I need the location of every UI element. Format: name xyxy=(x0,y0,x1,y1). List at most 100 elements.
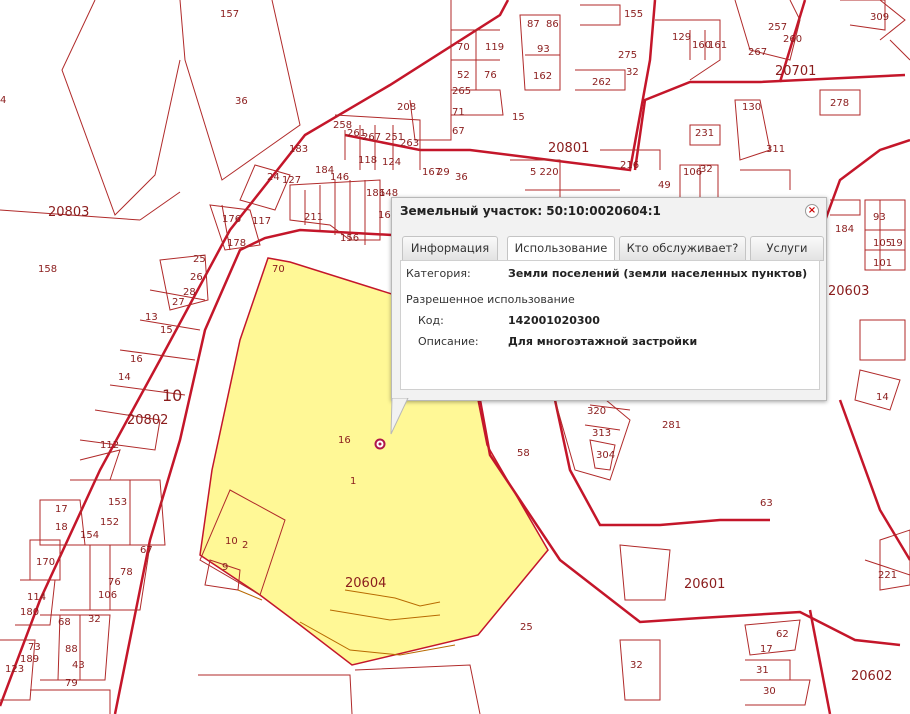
parcel-label: 231 xyxy=(695,128,714,139)
parcel-label: 221 xyxy=(878,570,897,581)
parcel-label: 16 xyxy=(338,435,351,446)
parcel-label: 267 xyxy=(748,47,767,58)
parcel-label: 161 xyxy=(708,40,727,51)
parcel-label: 73 xyxy=(28,642,41,653)
quarter-20803: 20803 xyxy=(48,205,89,220)
description-value: Для многоэтажной застройки xyxy=(508,335,698,348)
parcel-label: 32 xyxy=(626,67,639,78)
parcel-label: 5 220 xyxy=(530,167,559,178)
quarter-20603: 20603 xyxy=(828,284,869,299)
parcel-label: 17 xyxy=(760,644,773,655)
parcel-label: 78 xyxy=(120,567,133,578)
parcel-info-popup: Земельный участок: 50:10:0020604:1 × Инф… xyxy=(391,197,827,401)
tab-services[interactable]: Услуги xyxy=(750,236,824,261)
parcel-label: 32 xyxy=(88,614,101,625)
parcel-label: 49 xyxy=(658,180,671,191)
parcel-label: 183 xyxy=(289,144,308,155)
tab-information[interactable]: Информация xyxy=(402,236,498,261)
tab-usage[interactable]: Использование xyxy=(507,236,615,262)
parcel-label: 43 xyxy=(72,660,85,671)
category-value: Земли поселений (земли населенных пункто… xyxy=(508,267,808,280)
quarter-20604: 20604 xyxy=(345,576,386,591)
parcel-label: 16 xyxy=(130,354,143,365)
close-icon[interactable]: × xyxy=(805,204,819,218)
parcel-label: 313 xyxy=(592,428,611,439)
parcel-label: 32 xyxy=(700,164,713,175)
parcel-label: 15 xyxy=(512,112,525,123)
parcel-label: 36 xyxy=(235,96,248,107)
parcel-label: 52 xyxy=(457,70,470,81)
parcel-label: 260 xyxy=(783,34,802,45)
parcel-label: 124 xyxy=(382,157,401,168)
parcel-label: 162 xyxy=(533,71,552,82)
parcel-label: 58 xyxy=(517,448,530,459)
description-label: Описание: xyxy=(418,335,479,348)
parcel-label: 265 xyxy=(452,86,471,97)
quarter-20802: 20802 xyxy=(127,413,168,428)
parcel-label: 32 xyxy=(630,660,643,671)
parcel-label: 25 xyxy=(193,254,206,265)
parcel-label: 176 xyxy=(222,214,241,225)
parcel-label: 311 xyxy=(766,144,785,155)
parcel-label: 262 xyxy=(592,77,611,88)
parcel-label: 71 xyxy=(452,107,465,118)
code-label: Код: xyxy=(418,314,444,327)
parcel-label: 304 xyxy=(596,450,615,461)
popup-pointer xyxy=(390,398,409,435)
parcel-label: 155 xyxy=(624,9,643,20)
popup-title: Земельный участок: 50:10:0020604:1 xyxy=(400,204,661,218)
parcel-label: 275 xyxy=(618,50,637,61)
tab-who-serves[interactable]: Кто обслуживает? xyxy=(619,236,746,261)
location-marker-dot xyxy=(378,442,382,446)
parcel-label: 19 xyxy=(890,238,903,249)
parcel-label: 36 xyxy=(455,172,468,183)
parcel-label: 106 xyxy=(98,590,117,601)
parcel-label: 184 xyxy=(315,165,334,176)
parcel-label: 28 xyxy=(183,287,196,298)
parcel-label: 129 xyxy=(672,32,691,43)
parcel-label: 309 xyxy=(870,12,889,23)
parcel-label: 152 xyxy=(100,517,119,528)
parcel-label: 87 xyxy=(527,19,540,30)
parcel-label: 79 xyxy=(65,678,78,689)
parcel-label: 70 xyxy=(272,264,285,275)
parcel-label: 2 xyxy=(242,540,248,551)
parcel-label: 93 xyxy=(537,44,550,55)
parcel-label: 184 xyxy=(835,224,854,235)
quarter-20601: 20601 xyxy=(684,577,725,592)
quarter-10: 10 xyxy=(162,386,182,405)
parcel-label: 153 xyxy=(108,497,127,508)
parcel-label: 211 xyxy=(304,212,323,223)
parcel-label: 257 xyxy=(768,22,787,33)
parcel-label: 29 xyxy=(437,167,450,178)
quarter-20701: 20701 xyxy=(775,64,816,79)
parcel-label: 27 xyxy=(172,297,185,308)
parcel-label: 13 xyxy=(145,312,158,323)
parcel-label: 178 xyxy=(227,238,246,249)
parcel-label: 123 xyxy=(5,664,24,675)
allowed-use-header: Разрешенное использование xyxy=(406,293,575,306)
parcel-label: 31 xyxy=(756,665,769,676)
parcel-label: 68 xyxy=(58,617,71,628)
category-label: Категория: xyxy=(406,267,471,280)
parcel-label: 157 xyxy=(220,9,239,20)
parcel-label: 117 xyxy=(252,216,271,227)
parcel-label: 180 xyxy=(20,607,39,618)
parcel-label: 25 xyxy=(520,622,533,633)
parcel-label: 4 xyxy=(0,95,6,106)
parcel-label: 63 xyxy=(760,498,773,509)
parcel-label: 76 xyxy=(108,577,121,588)
parcel-label: 62 xyxy=(776,629,789,640)
parcel-label: 17 xyxy=(55,504,68,515)
parcel-label: 119 xyxy=(485,42,504,53)
parcel-label: 86 xyxy=(546,19,559,30)
parcel-label: 93 xyxy=(873,212,886,223)
parcel-label: 101 xyxy=(873,258,892,269)
parcel-label: 278 xyxy=(830,98,849,109)
parcel-label: 70 xyxy=(457,42,470,53)
parcel-label: 14 xyxy=(118,372,131,383)
parcel-label: 320 xyxy=(587,406,606,417)
parcel-label: 67 xyxy=(452,126,465,137)
parcel-label: 88 xyxy=(65,644,78,655)
parcel-label: 1 xyxy=(350,476,356,487)
